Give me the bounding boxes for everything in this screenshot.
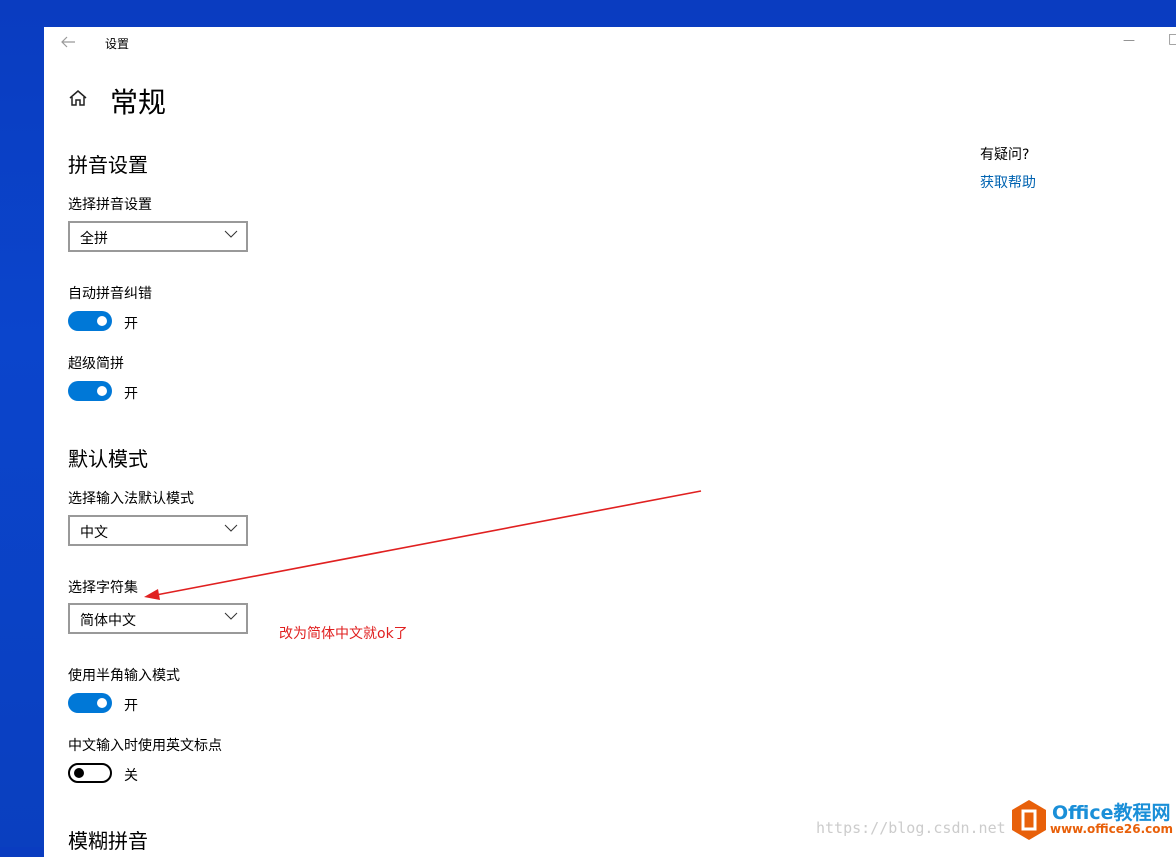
watermark-site: www.office26.com: [1050, 822, 1174, 836]
minimize-button[interactable]: —: [1123, 33, 1135, 47]
pinyin-dropdown-value: 全拼: [80, 231, 108, 247]
charset-dropdown-value: 简体中文: [80, 613, 136, 629]
fuzzy-heading: 模糊拼音: [68, 829, 148, 853]
pinyin-heading: 拼音设置: [68, 153, 148, 177]
watermark-brand: Office教程网: [1052, 802, 1171, 824]
pinyin-select-label: 选择拼音设置: [68, 197, 152, 213]
autocorrect-label: 自动拼音纠错: [68, 286, 152, 302]
mode-dropdown[interactable]: 中文: [68, 515, 248, 546]
halfwidth-state: 开: [124, 698, 138, 714]
chevron-down-icon: [224, 524, 238, 532]
chevron-down-icon: [224, 612, 238, 620]
home-icon[interactable]: [68, 89, 88, 107]
settings-window: 设置 — □ 常规 拼音设置 选择拼音设置 全拼 自动拼音纠错 开 超级简拼 开…: [44, 27, 1176, 857]
halfwidth-toggle[interactable]: [68, 693, 112, 713]
default-mode-heading: 默认模式: [68, 447, 148, 471]
charset-dropdown[interactable]: 简体中文: [68, 603, 248, 634]
pinyin-dropdown[interactable]: 全拼: [68, 221, 248, 252]
chevron-down-icon: [224, 230, 238, 238]
en-punct-state: 关: [124, 768, 138, 784]
annotation-text: 改为简体中文就ok了: [279, 626, 408, 642]
mode-select-label: 选择输入法默认模式: [68, 491, 194, 507]
office-logo-icon: [1012, 800, 1046, 840]
get-help-link[interactable]: 获取帮助: [980, 172, 1036, 192]
window-title: 设置: [105, 37, 130, 51]
page-title: 常规: [110, 86, 167, 119]
en-punct-toggle[interactable]: [68, 763, 112, 783]
en-punct-label: 中文输入时使用英文标点: [68, 738, 222, 754]
super-pinyin-state: 开: [124, 386, 138, 402]
super-pinyin-label: 超级简拼: [68, 356, 124, 372]
office26-logo: Office教程网 www.office26.com: [1010, 797, 1173, 843]
watermark-url: https://blog.csdn.net: [816, 819, 1006, 837]
autocorrect-state: 开: [124, 316, 138, 332]
super-pinyin-toggle[interactable]: [68, 381, 112, 401]
back-arrow-icon[interactable]: [60, 35, 76, 49]
halfwidth-label: 使用半角输入模式: [68, 668, 180, 684]
help-question: 有疑问?: [980, 147, 1030, 163]
maximize-button[interactable]: □: [1168, 31, 1176, 47]
charset-label: 选择字符集: [68, 580, 138, 596]
autocorrect-toggle[interactable]: [68, 311, 112, 331]
mode-dropdown-value: 中文: [80, 525, 108, 541]
